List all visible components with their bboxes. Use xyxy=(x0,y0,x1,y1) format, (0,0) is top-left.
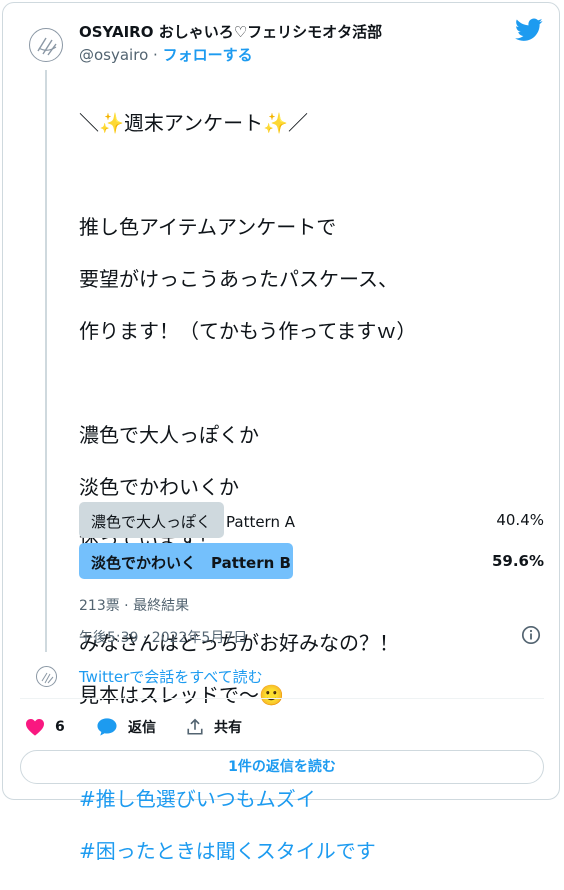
poll-meta: 213票 · 最終結果 xyxy=(79,598,190,614)
reply-button[interactable]: 返信 xyxy=(96,716,156,738)
hashtag-link[interactable]: #困ったときは聞くスタイルです xyxy=(79,838,539,864)
tweet-line: 要望がけっこうあったパスケース、 xyxy=(79,267,398,291)
avatar-logo-icon xyxy=(37,37,57,56)
follow-button[interactable]: フォローする xyxy=(163,46,253,64)
avatar-small[interactable] xyxy=(36,666,57,687)
tweet-line: 作ります！（てかもう作ってますｗ） xyxy=(79,319,417,343)
poll-option-percent: 40.4% xyxy=(496,511,544,529)
share-button[interactable]: 共有 xyxy=(186,716,242,738)
like-button[interactable]: 6 xyxy=(25,716,65,738)
avatar[interactable] xyxy=(29,28,63,62)
author-display-name[interactable]: OSYAIRO おしゃいろ♡フェリシモオタ活部 xyxy=(79,21,382,42)
divider xyxy=(20,698,544,699)
poll-option-label: 濃色で大人っぽく Pattern A xyxy=(91,513,295,531)
read-conversation-link[interactable]: Twitterで会話をすべて読む xyxy=(79,666,263,687)
reply-bubble-icon xyxy=(97,718,117,736)
like-count: 6 xyxy=(55,719,65,735)
reply-label: 返信 xyxy=(128,720,156,736)
tweet-line: 濃色で大人っぽくか xyxy=(79,423,259,447)
info-icon[interactable] xyxy=(521,625,541,645)
tweet-line: ＼✨週末アンケート✨／ xyxy=(79,111,309,135)
hashtag-link[interactable]: #推し色選びいつもムズイ xyxy=(79,786,539,812)
avatar-logo-icon xyxy=(41,672,54,684)
tweet-line: 淡色でかわいくか xyxy=(79,475,239,499)
twitter-logo-icon[interactable] xyxy=(515,18,543,42)
heart-icon xyxy=(26,718,44,736)
tweet-timestamp[interactable]: 午後5:39 · 2022年5月7日 xyxy=(79,627,247,647)
author-handle[interactable]: @osyairo xyxy=(79,46,148,64)
tweet-line xyxy=(79,370,539,396)
share-label: 共有 xyxy=(214,720,242,736)
tweet-line: 推し色アイテムアンケートで xyxy=(79,215,337,239)
read-replies-button[interactable]: 1件の返信を読む xyxy=(20,750,544,784)
poll-option-percent: 59.6% xyxy=(491,552,544,570)
tweet-line xyxy=(79,162,539,188)
handle-separator: · xyxy=(148,46,163,64)
author-handle-row: @osyairo · フォローする xyxy=(79,44,253,65)
share-icon xyxy=(187,718,203,735)
thread-line xyxy=(45,70,47,652)
poll-option-label: 淡色でかわいく Pattern B xyxy=(91,554,291,572)
